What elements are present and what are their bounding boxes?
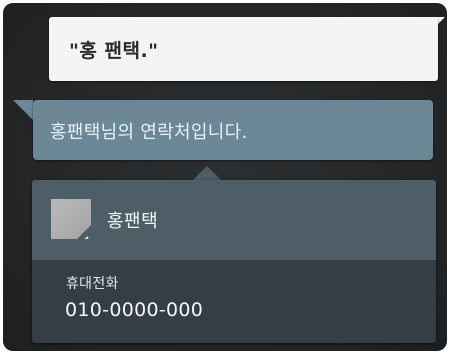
user-query-text: "홍 팬택." <box>69 40 159 62</box>
assistant-response-text: 홍팬택님의 연락처입니다. <box>50 122 248 143</box>
default-contact-photo-icon <box>51 199 91 239</box>
contact-phone-row[interactable]: 휴대전화 010-0000-000 <box>32 260 436 343</box>
avatar-corner-fold <box>77 225 91 239</box>
contact-card-header[interactable]: 홍팬택 <box>32 180 436 260</box>
assistant-bubble-tail <box>13 100 33 120</box>
contact-name: 홍팬택 <box>107 211 159 232</box>
phone-number[interactable]: 010-0000-000 <box>65 299 203 321</box>
contact-card[interactable]: 홍팬택 휴대전화 010-0000-000 <box>32 180 436 343</box>
phone-type-label: 휴대전화 <box>66 276 119 292</box>
user-speech-bubble: "홍 팬택." <box>49 17 438 81</box>
voice-assistant-screen: "홍 팬택." 홍팬택님의 연락처입니다. 홍팬택 휴대전화 010-0000-… <box>3 3 447 351</box>
card-pointer-notch <box>193 166 221 180</box>
assistant-response-bubble: 홍팬택님의 연락처입니다. <box>33 100 433 160</box>
